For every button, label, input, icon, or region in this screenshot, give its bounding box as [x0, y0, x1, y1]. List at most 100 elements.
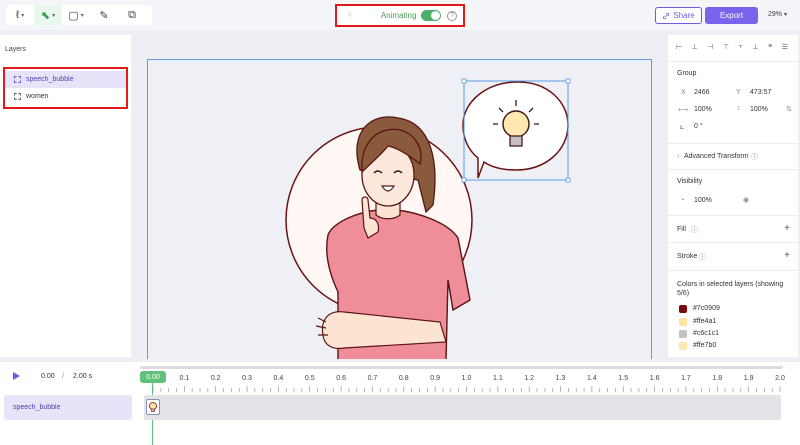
selection-handle — [565, 78, 571, 84]
opacity-input[interactable]: 100% — [694, 197, 712, 204]
lightbulb-base — [509, 135, 523, 147]
help-icon[interactable]: ⓘ — [691, 225, 698, 235]
chevron-right-icon[interactable]: › — [677, 153, 679, 160]
fill-title: Fill — [677, 226, 686, 233]
ruler-tick-label: 1.8 — [712, 375, 723, 382]
layers-panel: Layers speech_bubble women — [0, 35, 131, 357]
illustration — [285, 78, 571, 359]
color-swatch[interactable] — [679, 330, 687, 338]
brush-tool-button[interactable]: ✎ — [90, 5, 118, 25]
ruler-tick-label: 0.9 — [430, 375, 441, 382]
y-label: Y — [736, 89, 741, 96]
animating-toggle[interactable] — [421, 10, 442, 21]
ruler-tick-label: 0.3 — [242, 375, 252, 382]
distribute-h-icon[interactable]: ≡ — [768, 43, 772, 53]
pen-icon: ℓ — [15, 9, 20, 21]
selection-handle — [461, 78, 467, 84]
eye-icon[interactable]: ◉ — [743, 196, 749, 204]
share-button[interactable]: Share — [655, 7, 702, 24]
ruler-tick-label: 1.1 — [492, 375, 503, 382]
ruler-tick-label: 0.4 — [273, 375, 284, 382]
layer-item-women[interactable]: women — [5, 88, 126, 105]
height-icon: ↕ — [737, 105, 741, 112]
selection-handle — [565, 177, 571, 183]
timeline-scrollbar[interactable] — [140, 366, 783, 369]
chevron-down-icon: ▾ — [21, 12, 25, 19]
color-hex: #ffe4a1 — [693, 318, 717, 325]
x-label: X — [681, 89, 686, 96]
ruler-ticks — [152, 386, 781, 392]
x-input[interactable]: 2466 — [694, 89, 710, 96]
keyframe-icon[interactable]: ◊ — [343, 12, 357, 19]
add-stroke-icon[interactable]: + — [784, 250, 790, 261]
color-hex: #ffe7b0 — [693, 342, 717, 349]
track-label-text: speech_bubble — [13, 404, 61, 411]
color-hex: #7c0909 — [693, 305, 720, 312]
opacity-icon: ◔ — [680, 197, 685, 204]
lock-ratio-icon[interactable]: ⇅ — [786, 105, 792, 113]
export-button[interactable]: Export — [705, 7, 758, 24]
layers-list: speech_bubble women — [3, 67, 128, 109]
align-middle-icon[interactable]: ⫟ — [739, 43, 743, 53]
align-bottom-icon[interactable]: ⊥ — [752, 43, 758, 53]
align-left-icon[interactable]: ⊢ — [676, 43, 682, 53]
playhead-time[interactable]: 0.00 — [140, 371, 166, 383]
properties-panel: ⊢ ⊥ ⊣ ⊤ ⫟ ⊥ ≡ ☰ Group X 2466 Y 473:57 ⟷ … — [668, 35, 798, 357]
lightbulb-icon — [502, 110, 530, 138]
help-icon[interactable]: ⓘ — [751, 152, 758, 162]
group-title: Group — [677, 70, 697, 77]
pen-tool-button[interactable]: ℓ ▾ — [6, 5, 34, 25]
advanced-transform-toggle[interactable]: Advanced Transform — [684, 153, 749, 160]
component-icon: ⧉ — [128, 8, 136, 21]
add-fill-icon[interactable]: + — [784, 223, 790, 234]
y-input[interactable]: 473:57 — [750, 89, 771, 96]
total-time: 2.00 s — [73, 373, 93, 380]
distribute-v-icon[interactable]: ☰ — [782, 43, 788, 53]
keyframe-thumbnail[interactable] — [146, 399, 160, 415]
color-swatch[interactable] — [679, 305, 687, 313]
track-label-speech-bubble[interactable]: speech_bubble — [4, 395, 132, 420]
play-icon[interactable] — [13, 372, 20, 380]
help-icon[interactable]: ⓘ — [699, 252, 706, 262]
rotation-input[interactable]: 0 ° — [694, 123, 703, 130]
artboard-canvas[interactable] — [147, 59, 652, 359]
component-tool-button[interactable]: ⧉ — [118, 5, 146, 25]
layer-item-speech-bubble[interactable]: speech_bubble — [5, 71, 126, 88]
rotation-icon: ⊾ — [679, 124, 685, 131]
ruler-tick-label: 0.6 — [336, 375, 346, 382]
square-icon: ▢ — [68, 9, 79, 22]
track-bar[interactable] — [144, 395, 781, 420]
tool-group: ℓ ▾ ⬉ ▾ ▢ ▾ ✎ ⧉ — [6, 5, 152, 25]
align-center-icon[interactable]: ⊥ — [692, 43, 698, 53]
color-hex: #c6c1c1 — [693, 330, 720, 337]
ruler-tick-label: 0.1 — [179, 375, 190, 382]
animating-label: Animating — [380, 11, 417, 20]
ruler-tick-label: 1.7 — [681, 375, 691, 382]
divider — [668, 169, 798, 170]
ruler-tick-label: 1.9 — [743, 375, 754, 382]
color-swatch[interactable] — [679, 318, 687, 326]
current-time: 0.00 — [41, 373, 55, 380]
help-icon[interactable]: ? — [447, 10, 457, 21]
divider — [668, 242, 798, 243]
top-toolbar: ℓ ▾ ⬉ ▾ ▢ ▾ ✎ ⧉ ◊ Animating ? Share Export … — [0, 0, 800, 30]
toggle-knob — [431, 11, 441, 20]
width-input[interactable]: 100% — [694, 106, 712, 113]
ruler-tick-label: 1.3 — [555, 375, 566, 382]
chevron-down-icon: ▾ — [52, 12, 56, 19]
ruler-tick-label: 0.2 — [210, 375, 221, 382]
animating-control: ◊ Animating ? — [335, 4, 465, 27]
divider — [668, 61, 798, 62]
align-top-icon[interactable]: ⊤ — [723, 43, 729, 53]
zoom-select[interactable]: 29% ▾ — [768, 11, 787, 18]
ruler-tick-label: 0.5 — [304, 375, 315, 382]
align-toolbar: ⊢ ⊥ ⊣ ⊤ ⫟ ⊥ ≡ ☰ — [676, 43, 788, 53]
divider — [668, 215, 798, 216]
color-swatch[interactable] — [679, 342, 687, 350]
select-tool-button[interactable]: ⬉ ▾ — [34, 5, 62, 25]
height-input[interactable]: 100% — [750, 106, 768, 113]
group-icon — [14, 76, 21, 83]
ruler-tick-label: 1.4 — [587, 375, 597, 382]
align-right-icon[interactable]: ⊣ — [707, 43, 713, 53]
shape-tool-button[interactable]: ▢ ▾ — [62, 5, 90, 25]
